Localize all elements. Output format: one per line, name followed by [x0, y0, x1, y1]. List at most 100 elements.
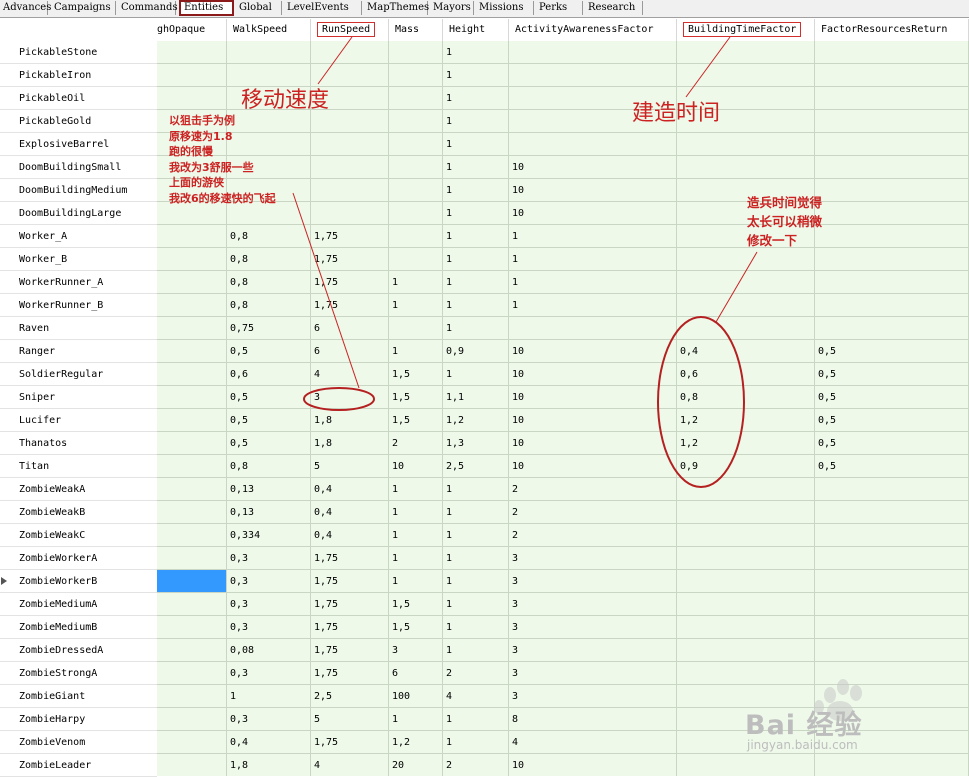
cell-pickableoil-ghopaque[interactable] — [157, 87, 227, 110]
cell-explosivebarrel-factorresourcesreturn[interactable] — [815, 133, 969, 156]
cell-zombieworkerb-runspeed[interactable]: 1,75 — [311, 570, 389, 593]
row-header-zombiegiant[interactable]: ZombieGiant — [0, 685, 157, 708]
cell-pickablestone-buildingtimefactor[interactable] — [677, 41, 815, 64]
row-header-soldierregular[interactable]: SoldierRegular — [0, 363, 157, 386]
cell-zombievenom-mass[interactable]: 1,2 — [389, 731, 443, 754]
row-header-zombieworkerb[interactable]: ZombieWorkerB — [0, 570, 157, 593]
row-header-thanatos[interactable]: Thanatos — [0, 432, 157, 455]
cell-ranger-runspeed[interactable]: 6 — [311, 340, 389, 363]
cell-zombieworkera-runspeed[interactable]: 1,75 — [311, 547, 389, 570]
cell-lucifer-activityawarenessfactor[interactable]: 10 — [509, 409, 677, 432]
cell-pickablegold-factorresourcesreturn[interactable] — [815, 110, 969, 133]
cell-titan-buildingtimefactor[interactable]: 0,9 — [677, 455, 815, 478]
cell-zombiemediuma-activityawarenessfactor[interactable]: 3 — [509, 593, 677, 616]
cell-pickableiron-buildingtimefactor[interactable] — [677, 64, 815, 87]
cell-workerrunner-a-mass[interactable]: 1 — [389, 271, 443, 294]
cell-worker-a-ghopaque[interactable] — [157, 225, 227, 248]
cell-zombiegiant-mass[interactable]: 100 — [389, 685, 443, 708]
cell-zombiegiant-height[interactable]: 4 — [443, 685, 509, 708]
cell-zombieharpy-mass[interactable]: 1 — [389, 708, 443, 731]
cell-doombuildingsmall-buildingtimefactor[interactable] — [677, 156, 815, 179]
cell-pickableiron-ghopaque[interactable] — [157, 64, 227, 87]
cell-zombiegiant-runspeed[interactable]: 2,5 — [311, 685, 389, 708]
cell-zombiemediumb-mass[interactable]: 1,5 — [389, 616, 443, 639]
cell-zombieworkerb-height[interactable]: 1 — [443, 570, 509, 593]
cell-pickablegold-height[interactable]: 1 — [443, 110, 509, 133]
cell-explosivebarrel-activityawarenessfactor[interactable] — [509, 133, 677, 156]
cell-doombuildinglarge-height[interactable]: 1 — [443, 202, 509, 225]
cell-zombieworkera-activityawarenessfactor[interactable]: 3 — [509, 547, 677, 570]
cell-doombuildingmedium-mass[interactable] — [389, 179, 443, 202]
cell-doombuildingmedium-activityawarenessfactor[interactable]: 10 — [509, 179, 677, 202]
cell-ranger-ghopaque[interactable] — [157, 340, 227, 363]
cell-pickablegold-mass[interactable] — [389, 110, 443, 133]
cell-lucifer-factorresourcesreturn[interactable]: 0,5 — [815, 409, 969, 432]
row-header-workerrunner-a[interactable]: WorkerRunner_A — [0, 271, 157, 294]
cell-soldierregular-runspeed[interactable]: 4 — [311, 363, 389, 386]
cell-zombiemediuma-mass[interactable]: 1,5 — [389, 593, 443, 616]
cell-thanatos-buildingtimefactor[interactable]: 1,2 — [677, 432, 815, 455]
row-header-zombievenom[interactable]: ZombieVenom — [0, 731, 157, 754]
cell-explosivebarrel-runspeed[interactable] — [311, 133, 389, 156]
cell-raven-activityawarenessfactor[interactable] — [509, 317, 677, 340]
cell-sniper-buildingtimefactor[interactable]: 0,8 — [677, 386, 815, 409]
cell-doombuildingsmall-runspeed[interactable] — [311, 156, 389, 179]
cell-thanatos-walkspeed[interactable]: 0,5 — [227, 432, 311, 455]
cell-pickableiron-height[interactable]: 1 — [443, 64, 509, 87]
cell-pickablestone-mass[interactable] — [389, 41, 443, 64]
tab-missions[interactable]: Missions — [476, 1, 534, 15]
cell-zombiemediumb-runspeed[interactable]: 1,75 — [311, 616, 389, 639]
cell-zombiemediuma-factorresourcesreturn[interactable] — [815, 593, 969, 616]
row-header-pickablestone[interactable]: PickableStone — [0, 41, 157, 64]
cell-zombieharpy-walkspeed[interactable]: 0,3 — [227, 708, 311, 731]
column-header-ghopaque[interactable]: ghOpaque — [157, 19, 227, 41]
cell-zombieworkera-buildingtimefactor[interactable] — [677, 547, 815, 570]
tab-levelevents[interactable]: LevelEvents — [284, 1, 362, 15]
cell-raven-height[interactable]: 1 — [443, 317, 509, 340]
cell-pickableiron-mass[interactable] — [389, 64, 443, 87]
cell-explosivebarrel-buildingtimefactor[interactable] — [677, 133, 815, 156]
cell-worker-b-runspeed[interactable]: 1,75 — [311, 248, 389, 271]
row-header-explosivebarrel[interactable]: ExplosiveBarrel — [0, 133, 157, 156]
row-header-pickableiron[interactable]: PickableIron — [0, 64, 157, 87]
cell-zombiestronga-ghopaque[interactable] — [157, 662, 227, 685]
row-header-raven[interactable]: Raven — [0, 317, 157, 340]
cell-explosivebarrel-mass[interactable] — [389, 133, 443, 156]
cell-workerrunner-b-runspeed[interactable]: 1,75 — [311, 294, 389, 317]
column-header-height[interactable]: Height — [443, 19, 509, 41]
cell-zombieweakc-walkspeed[interactable]: 0,334 — [227, 524, 311, 547]
cell-workerrunner-a-activityawarenessfactor[interactable]: 1 — [509, 271, 677, 294]
cell-zombieweaka-walkspeed[interactable]: 0,13 — [227, 478, 311, 501]
cell-raven-factorresourcesreturn[interactable] — [815, 317, 969, 340]
cell-zombieweakb-activityawarenessfactor[interactable]: 2 — [509, 501, 677, 524]
cell-raven-ghopaque[interactable] — [157, 317, 227, 340]
cell-zombiedresseda-runspeed[interactable]: 1,75 — [311, 639, 389, 662]
cell-soldierregular-factorresourcesreturn[interactable]: 0,5 — [815, 363, 969, 386]
cell-zombieweakb-ghopaque[interactable] — [157, 501, 227, 524]
cell-zombievenom-walkspeed[interactable]: 0,4 — [227, 731, 311, 754]
cell-workerrunner-b-walkspeed[interactable]: 0,8 — [227, 294, 311, 317]
cell-zombieweakb-height[interactable]: 1 — [443, 501, 509, 524]
cell-pickableoil-mass[interactable] — [389, 87, 443, 110]
cell-zombieweakb-mass[interactable]: 1 — [389, 501, 443, 524]
cell-zombieworkera-mass[interactable]: 1 — [389, 547, 443, 570]
cell-thanatos-runspeed[interactable]: 1,8 — [311, 432, 389, 455]
cell-zombiedresseda-ghopaque[interactable] — [157, 639, 227, 662]
cell-zombiemediuma-buildingtimefactor[interactable] — [677, 593, 815, 616]
cell-titan-runspeed[interactable]: 5 — [311, 455, 389, 478]
cell-soldierregular-height[interactable]: 1 — [443, 363, 509, 386]
cell-pickableiron-factorresourcesreturn[interactable] — [815, 64, 969, 87]
cell-zombievenom-runspeed[interactable]: 1,75 — [311, 731, 389, 754]
cell-zombieleader-height[interactable]: 2 — [443, 754, 509, 776]
cell-zombieweakb-buildingtimefactor[interactable] — [677, 501, 815, 524]
cell-doombuildinglarge-factorresourcesreturn[interactable] — [815, 202, 969, 225]
cell-zombieweaka-buildingtimefactor[interactable] — [677, 478, 815, 501]
cell-zombieweakc-activityawarenessfactor[interactable]: 2 — [509, 524, 677, 547]
row-header-zombieweakc[interactable]: ZombieWeakC — [0, 524, 157, 547]
cell-workerrunner-a-walkspeed[interactable]: 0,8 — [227, 271, 311, 294]
cell-zombieharpy-ghopaque[interactable] — [157, 708, 227, 731]
cell-sniper-runspeed[interactable]: 3 — [311, 386, 389, 409]
cell-workerrunner-b-buildingtimefactor[interactable] — [677, 294, 815, 317]
cell-zombievenom-activityawarenessfactor[interactable]: 4 — [509, 731, 677, 754]
cell-zombiestronga-walkspeed[interactable]: 0,3 — [227, 662, 311, 685]
